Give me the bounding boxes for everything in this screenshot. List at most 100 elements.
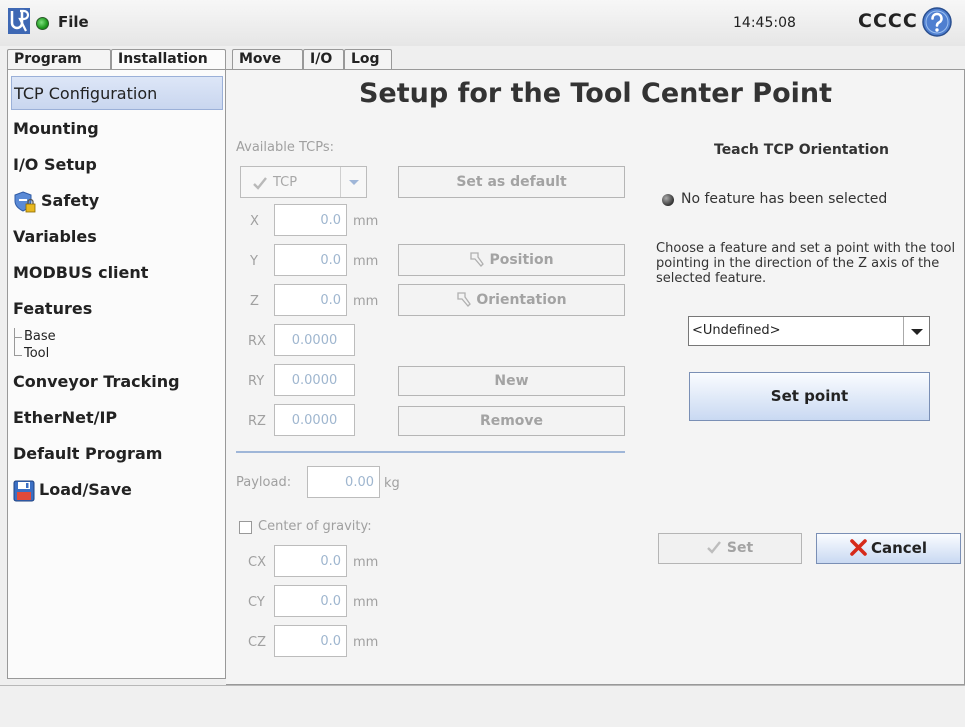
y-label: Y [250, 254, 258, 269]
sidebar-item-features[interactable]: Features [11, 292, 223, 326]
z-label: Z [250, 294, 259, 309]
rx-label: RX [248, 334, 266, 349]
available-tcps-label: Available TCPs: [236, 140, 334, 155]
sidebar-item-label: Safety [41, 191, 100, 210]
payload-unit: kg [384, 476, 400, 491]
rx-field[interactable]: 0.0000 [274, 324, 355, 356]
robot-status-icon[interactable] [36, 17, 49, 30]
sidebar-item-ethernet-ip[interactable]: EtherNet/IP [11, 401, 223, 435]
tcp-select[interactable]: TCP [240, 166, 367, 198]
position-button[interactable]: Position [398, 244, 625, 276]
center-of-gravity-label: Center of gravity: [258, 519, 372, 534]
rz-field[interactable]: 0.0000 [274, 404, 355, 436]
tab-io[interactable]: I/O [303, 49, 344, 69]
ry-label: RY [248, 374, 265, 389]
help-icon[interactable] [921, 6, 953, 38]
sidebar-item-io-setup[interactable]: I/O Setup [11, 148, 223, 182]
sidebar-item-label: MODBUS client [13, 263, 149, 282]
cy-unit: mm [353, 595, 379, 610]
feature-select[interactable]: <Undefined> [688, 316, 930, 346]
sidebar-item-variables[interactable]: Variables [11, 220, 223, 254]
set-as-default-button[interactable]: Set as default [398, 166, 625, 198]
checkmark-icon [707, 541, 721, 554]
sidebar-subitem-tool[interactable]: Tool [24, 346, 49, 361]
rz-label: RZ [248, 414, 266, 429]
z-field[interactable]: 0.0 [274, 284, 347, 316]
sidebar-item-default-program[interactable]: Default Program [11, 437, 223, 471]
checkmark-icon [253, 177, 267, 190]
clock: 14:45:08 [733, 15, 796, 31]
safety-shield-icon [14, 190, 36, 212]
teach-orientation-heading: Teach TCP Orientation [714, 142, 890, 158]
payload-label: Payload: [236, 475, 292, 490]
cy-field[interactable]: 0.0 [274, 585, 347, 617]
sidebar-item-label: Default Program [13, 444, 163, 463]
new-tcp-button[interactable]: New [398, 366, 625, 396]
tree-connector [14, 355, 22, 356]
floppy-disk-icon [13, 480, 35, 501]
x-label: X [250, 214, 259, 229]
feature-select-value: <Undefined> [692, 323, 781, 338]
sidebar-item-tcp-configuration[interactable]: TCP Configuration [11, 76, 223, 110]
cz-field[interactable]: 0.0 [274, 625, 347, 657]
sidebar-item-label: I/O Setup [13, 155, 97, 174]
sidebar-item-load-save[interactable]: Load/Save [11, 473, 223, 507]
feature-status-text: No feature has been selected [681, 191, 888, 207]
cx-label: CX [248, 555, 266, 570]
tab-program[interactable]: Program [7, 49, 111, 69]
cz-unit: mm [353, 635, 379, 650]
close-icon [850, 539, 867, 556]
remove-tcp-button[interactable]: Remove [398, 406, 625, 436]
tcp-select-value: TCP [273, 175, 298, 190]
sidebar-item-mounting[interactable]: Mounting [11, 112, 223, 146]
sidebar-item-modbus-client[interactable]: MODBUS client [11, 256, 223, 290]
tab-installation[interactable]: Installation [111, 49, 226, 69]
x-field[interactable]: 0.0 [274, 204, 347, 236]
cancel-button[interactable]: Cancel [816, 533, 961, 564]
x-unit: mm [353, 214, 379, 229]
sidebar-item-label: Conveyor Tracking [13, 372, 180, 391]
orientation-button[interactable]: Orientation [398, 284, 625, 316]
sidebar-item-label: EtherNet/IP [13, 408, 118, 427]
orientation-button-label: Orientation [476, 292, 567, 308]
sidebar-item-label: Variables [13, 227, 97, 246]
y-field[interactable]: 0.0 [274, 244, 347, 276]
feature-status-icon [662, 194, 674, 206]
ry-field[interactable]: 0.0000 [274, 364, 355, 396]
cx-field[interactable]: 0.0 [274, 545, 347, 577]
sidebar-item-label: Mounting [13, 119, 99, 138]
cz-label: CZ [248, 635, 266, 650]
robot-name: CCCC [858, 10, 918, 32]
top-bar: File 14:45:08 CCCC [0, 0, 965, 46]
ur-logo-icon [8, 8, 30, 34]
chevron-down-icon [340, 167, 366, 197]
y-unit: mm [353, 254, 379, 269]
tab-log[interactable]: Log [344, 49, 392, 69]
sidebar-item-conveyor-tracking[interactable]: Conveyor Tracking [11, 365, 223, 399]
set-button[interactable]: Set [658, 533, 802, 564]
sidebar-item-label: TCP Configuration [14, 84, 158, 103]
set-point-button[interactable]: Set point [689, 372, 930, 421]
main-panel: Setup for the Tool Center Point Availabl… [226, 69, 965, 685]
position-button-label: Position [489, 252, 554, 268]
teach-pendant-icon [457, 292, 472, 307]
sidebar-item-safety[interactable]: Safety [11, 184, 223, 218]
tab-move[interactable]: Move [232, 49, 303, 69]
chevron-down-icon [903, 317, 929, 345]
center-of-gravity-checkbox[interactable] [239, 521, 252, 534]
sidebar-subitem-base[interactable]: Base [24, 329, 56, 344]
footer-bar [0, 685, 965, 727]
cancel-button-label: Cancel [870, 539, 927, 557]
section-divider [236, 451, 625, 453]
sidebar-item-label: Load/Save [39, 480, 132, 499]
sidebar-item-label: Features [13, 299, 93, 318]
teach-instructions: Choose a feature and set a point with th… [656, 241, 956, 286]
cy-label: CY [248, 595, 265, 610]
cx-unit: mm [353, 555, 379, 570]
file-menu[interactable]: File [58, 13, 89, 31]
page-title: Setup for the Tool Center Point [358, 78, 833, 109]
set-button-label: Set [726, 540, 754, 556]
tree-connector [14, 328, 15, 356]
payload-field[interactable]: 0.00 [307, 466, 380, 498]
sidebar: TCP Configuration Mounting I/O Setup Saf… [7, 69, 226, 679]
